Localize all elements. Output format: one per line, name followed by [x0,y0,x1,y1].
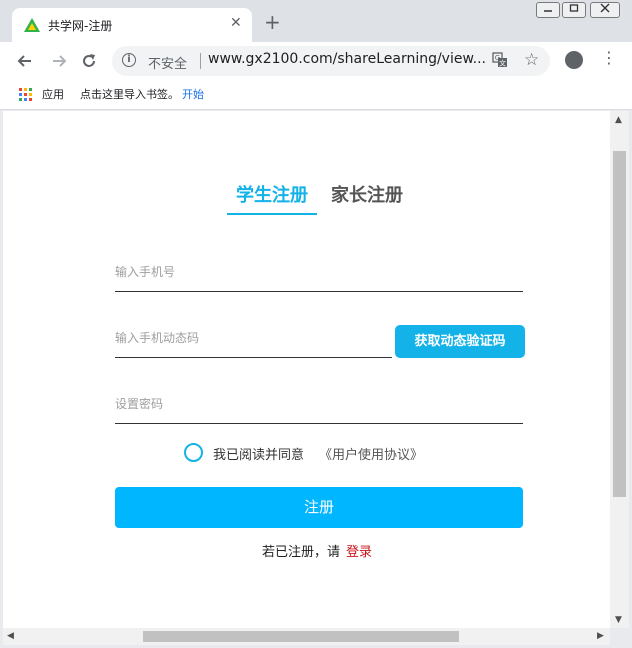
close-window-button[interactable] [590,2,620,18]
phone-underline [115,291,523,292]
phone-input[interactable]: 输入手机号 [115,255,523,292]
browser-menu-icon[interactable]: ⋮ [601,48,617,67]
address-bar[interactable]: i 不安全 www.gx2100.com/shareLearning/view.… [112,46,550,76]
maximize-button[interactable] [562,2,586,18]
browser-toolbar: i 不安全 www.gx2100.com/shareLearning/view.… [0,42,632,80]
tab-parent-register[interactable]: 家长注册 [331,181,403,207]
minimize-icon [544,10,552,12]
phone-placeholder: 输入手机号 [115,265,176,279]
minimize-button[interactable] [536,2,560,18]
scroll-down-icon[interactable]: ▼ [615,615,622,625]
login-prompt: 若已注册，请 [262,545,341,560]
get-code-button[interactable]: 获取动态验证码 [395,325,525,358]
new-tab-button[interactable]: + [264,12,281,32]
active-tab-indicator [227,213,317,215]
vertical-scroll-thumb[interactable] [613,151,626,497]
back-arrow-icon[interactable] [16,52,34,70]
register-button[interactable]: 注册 [115,487,523,528]
password-underline [115,423,523,424]
account-icon[interactable] [565,51,583,69]
user-agreement-link[interactable]: 《用户使用协议》 [319,444,423,463]
tab-student-register[interactable]: 学生注册 [236,181,308,207]
tab-close-icon[interactable]: ✕ [230,15,242,31]
scroll-right-icon[interactable]: ▶ [597,631,604,641]
password-input[interactable]: 设置密码 [115,387,523,424]
url-text[interactable]: www.gx2100.com/shareLearning/view... [208,51,488,67]
scroll-up-icon[interactable]: ▲ [615,115,622,125]
sms-code-input[interactable]: 输入手机动态码 [115,321,392,358]
agree-radio[interactable] [184,443,203,462]
bookmark-apps[interactable]: 应用 [42,86,64,102]
sms-code-placeholder: 输入手机动态码 [115,331,200,345]
agree-label: 我已阅读并同意 [213,448,305,463]
scroll-left-icon[interactable]: ◀ [7,631,14,641]
security-status: 不安全 [148,57,188,72]
site-info-icon[interactable]: i [122,53,136,67]
sms-code-underline [115,357,392,358]
site-favicon-icon [24,18,40,32]
svg-text:G: G [495,54,500,62]
reload-icon[interactable] [80,52,98,70]
browser-tab[interactable]: 共学网-注册 ✕ [12,8,252,42]
apps-grid-icon[interactable] [19,88,32,101]
translate-icon[interactable]: 文 G [492,52,508,68]
bookmark-import-hint[interactable]: 点击这里导入书签。 [80,86,179,102]
password-placeholder: 设置密码 [115,397,164,411]
maximize-icon [569,4,579,12]
forward-arrow-icon[interactable] [50,52,68,70]
horizontal-scroll-thumb[interactable] [143,631,459,642]
bookmark-star-icon[interactable]: ☆ [524,50,539,70]
bookmarks-bar: 应用 点击这里导入书签。 开始 [0,80,632,110]
close-window-icon [600,3,610,13]
tab-title: 共学网-注册 [48,19,113,33]
address-divider [200,53,201,69]
bookmark-start-link[interactable]: 开始 [182,86,204,102]
login-link[interactable]: 登录 [346,541,372,560]
